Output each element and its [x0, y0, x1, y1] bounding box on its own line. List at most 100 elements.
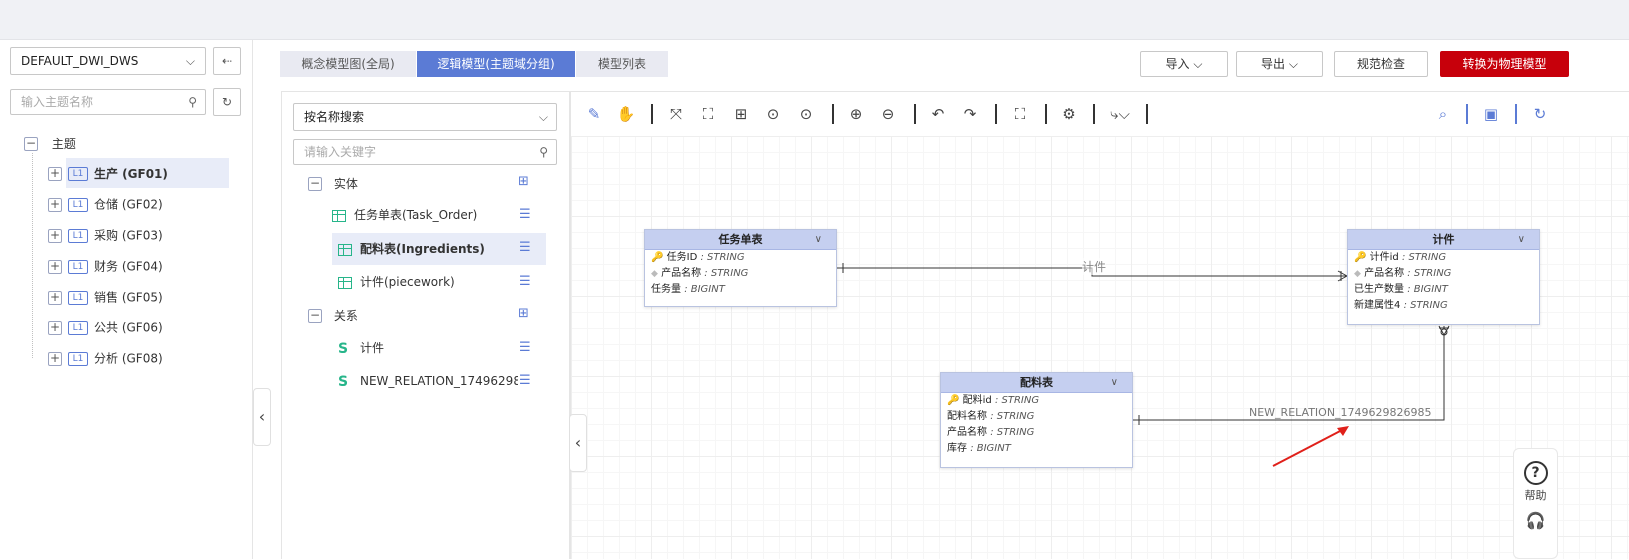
entity-item[interactable]: 任务单表(Task_Order)	[332, 199, 546, 231]
collapse-left-button[interactable]: ⇠	[213, 47, 241, 75]
tree-root[interactable]: − 主题	[24, 133, 76, 153]
level-badge: L1	[68, 320, 88, 335]
entity-piecework[interactable]: 计件 ∨ 🔑 计件id : STRING ◆ 产品名称 : STRING 已生产…	[1347, 229, 1540, 325]
primary-key-icon: 🔑	[1354, 252, 1367, 263]
tree-item-gf04[interactable]: + L1 财务 (GF04)	[48, 251, 229, 281]
expand-icon[interactable]: +	[48, 351, 62, 366]
entity-item-active[interactable]: 配料表(Ingredients)	[332, 233, 546, 265]
expand-icon[interactable]: +	[48, 320, 62, 335]
entity-group[interactable]: − 实体	[308, 167, 358, 199]
expand-icon[interactable]: +	[48, 290, 62, 305]
annotation-arrow	[1272, 428, 1345, 467]
list-icon[interactable]: ☰	[519, 207, 531, 222]
entity-ingredients[interactable]: 配料表 ∨ 🔑 配料id : STRING 配料名称 : STRING 产品名称…	[940, 372, 1133, 468]
tree-item-gf06[interactable]: + L1 公共 (GF06)	[48, 312, 229, 342]
expand-icon[interactable]: +	[48, 166, 62, 181]
entity-header[interactable]: 计件 ∨	[1348, 230, 1539, 250]
tree-item-gf08[interactable]: + L1 分析 (GF08)	[48, 343, 229, 373]
chevron-down-icon[interactable]: ∨	[815, 230, 822, 250]
tab-logical-model[interactable]: 逻辑模型(主题域分组)	[417, 51, 575, 77]
tab-concept-model[interactable]: 概念模型图(全局)	[280, 51, 416, 77]
entity-header[interactable]: 配料表 ∨	[941, 373, 1132, 393]
entity-item-label: 计件(piecework)	[360, 275, 455, 289]
primary-key-icon: 🔑	[947, 395, 960, 406]
chevron-down-icon[interactable]: ∨	[1111, 373, 1118, 393]
table-icon	[338, 276, 352, 289]
question-icon: ?	[1523, 461, 1548, 485]
mid-panel-toggle[interactable]: ‹	[569, 414, 587, 472]
entity-field[interactable]: 产品名称 : STRING	[941, 425, 1132, 441]
tree-item-label: 生产 (GF01)	[94, 166, 168, 181]
field-type: : STRING	[994, 395, 1040, 406]
relation-item[interactable]: S NEW_RELATION_17496298…	[338, 365, 518, 397]
refresh-icon: ↻	[221, 95, 233, 109]
spec-check-button[interactable]: 规范检查	[1334, 51, 1428, 77]
field-type: : STRING	[1403, 300, 1448, 311]
field-name: 产品名称	[947, 427, 987, 438]
left-panel-toggle[interactable]: ‹	[253, 388, 271, 446]
list-icon[interactable]: ☰	[519, 274, 531, 289]
refresh-button[interactable]: ↻	[213, 88, 241, 116]
list-icon[interactable]: ☰	[519, 340, 531, 355]
entity-header[interactable]: 任务单表 ∨	[645, 230, 836, 250]
entity-field[interactable]: 库存 : BIGINT	[941, 441, 1132, 457]
tree-item-gf03[interactable]: + L1 采购 (GF03)	[48, 220, 229, 250]
export-button[interactable]: 导出 ⌵	[1236, 51, 1323, 77]
relation-item[interactable]: S 计件	[338, 332, 548, 364]
entity-item-label: 配料表(Ingredients)	[360, 242, 485, 256]
tree-item-gf01[interactable]: + L1 生产 (GF01)	[48, 158, 229, 188]
tree-item-gf02[interactable]: + L1 仓储 (GF02)	[48, 189, 229, 219]
convert-physical-model-button[interactable]: 转换为物理模型	[1440, 51, 1569, 77]
import-button-label: 导入	[1165, 57, 1190, 71]
expand-icon[interactable]: +	[48, 197, 62, 212]
add-entity-icon[interactable]: ⊞	[518, 174, 529, 189]
relation-lines	[837, 263, 1450, 467]
workspace-select[interactable]: DEFAULT_DWI_DWS ⌵	[10, 47, 206, 75]
add-relation-icon[interactable]: ⊞	[518, 306, 529, 321]
tree-item-gf05[interactable]: + L1 销售 (GF05)	[48, 282, 229, 312]
entity-field[interactable]: 🔑 任务ID : STRING	[645, 250, 836, 266]
chevron-down-icon[interactable]: ∨	[1518, 230, 1525, 250]
list-icon[interactable]: ☰	[519, 240, 531, 255]
table-icon	[332, 209, 346, 222]
relation-group[interactable]: − 关系	[308, 299, 358, 331]
entity-field[interactable]: 🔑 计件id : STRING	[1348, 250, 1539, 266]
field-name: 新建属性4	[1354, 300, 1401, 311]
entity-item[interactable]: 计件(piecework)	[332, 266, 546, 298]
search-mode-value: 按名称搜索	[304, 110, 365, 124]
search-mode-select[interactable]: 按名称搜索 ⌵	[293, 103, 557, 131]
entity-field[interactable]: ◆ 产品名称 : STRING	[645, 266, 836, 282]
field-type: : STRING	[990, 411, 1035, 422]
help-widget[interactable]: ? 帮助 🎧	[1513, 448, 1558, 559]
tree-item-label: 财务 (GF04)	[94, 259, 163, 274]
entity-field[interactable]: 任务量 : BIGINT	[645, 282, 836, 298]
entity-task-order[interactable]: 任务单表 ∨ 🔑 任务ID : STRING ◆ 产品名称 : STRING 任…	[644, 229, 837, 307]
topic-search-input[interactable]: 输入主题名称 ⚲	[10, 89, 206, 115]
import-button[interactable]: 导入 ⌵	[1140, 51, 1228, 77]
keyword-input[interactable]: 请输入关键字 ⚲	[293, 139, 557, 165]
collapse-icon[interactable]: −	[308, 176, 322, 191]
chevron-down-icon: ⌵	[538, 110, 548, 124]
search-icon: ⚲	[188, 95, 197, 109]
entity-field[interactable]: 新建属性4 : STRING	[1348, 298, 1539, 314]
relation-label-piecework[interactable]: 计件	[1082, 258, 1107, 275]
relation-label-new[interactable]: NEW_RELATION_1749629826985	[1249, 406, 1432, 419]
tab-model-list[interactable]: 模型列表	[576, 51, 668, 77]
entity-field[interactable]: 🔑 配料id : STRING	[941, 393, 1132, 409]
field-name: 任务量	[651, 284, 681, 295]
expand-icon[interactable]: +	[48, 228, 62, 243]
expand-icon[interactable]: +	[48, 259, 62, 274]
field-name: 配料名称	[947, 411, 987, 422]
collapse-icon[interactable]: −	[24, 136, 38, 151]
level-badge: L1	[68, 166, 88, 181]
entity-field[interactable]: ◆ 产品名称 : STRING	[1348, 266, 1539, 282]
collapse-icon[interactable]: −	[308, 308, 322, 323]
headset-icon[interactable]: 🎧	[1514, 511, 1557, 530]
entity-field[interactable]: 配料名称 : STRING	[941, 409, 1132, 425]
diagram-canvas[interactable]: ✎ ✋ ⤧ ⛶ ⊞ ⊙ ⊙ ⊕ ⊖ ↶ ↷ ⛶ ⚙ ⤷⌵ ⌕ ▣ ↻ 计件 NE…	[570, 91, 1629, 559]
entity-field[interactable]: 已生产数量 : BIGINT	[1348, 282, 1539, 298]
keyword-placeholder: 请输入关键字	[304, 145, 377, 159]
primary-key-icon: 🔑	[651, 252, 664, 263]
export-button-label: 导出	[1261, 57, 1286, 71]
list-icon[interactable]: ☰	[519, 373, 531, 388]
